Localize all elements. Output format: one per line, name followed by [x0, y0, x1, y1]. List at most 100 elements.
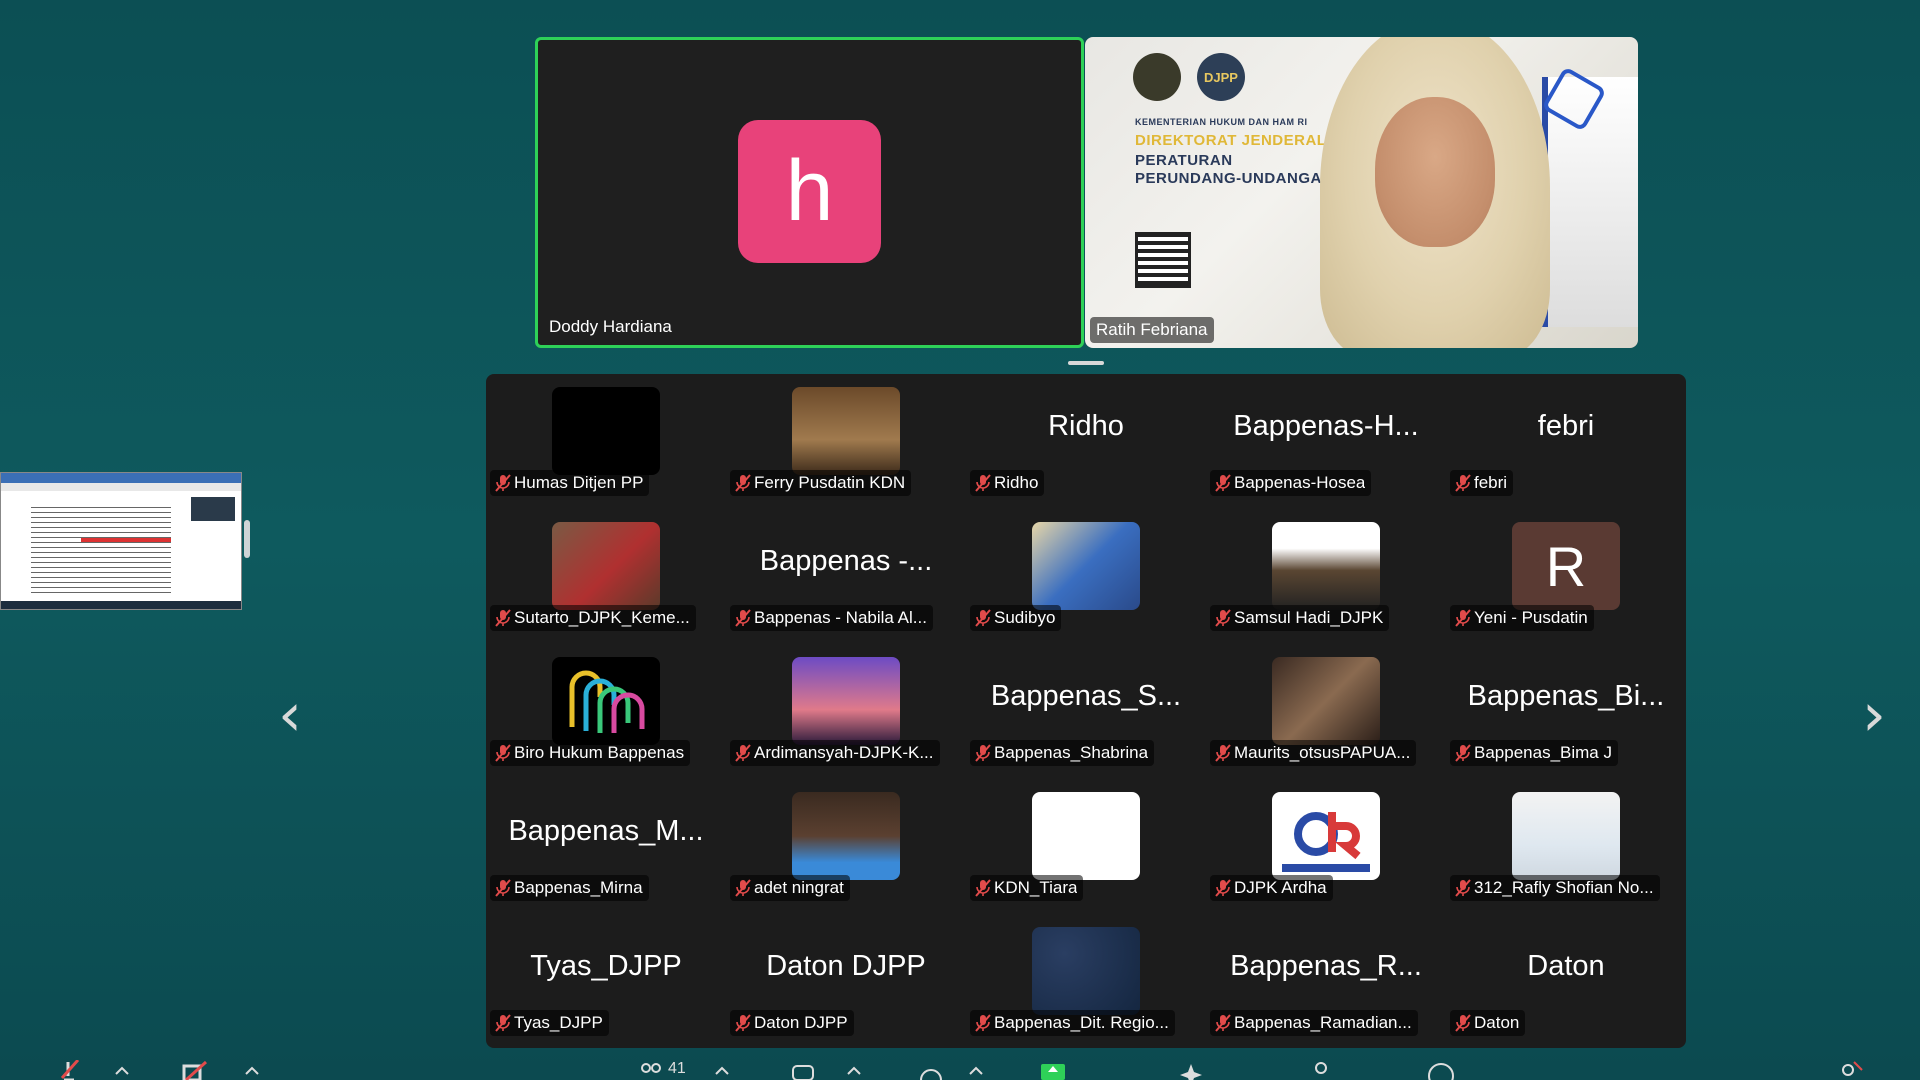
speaker-face	[1375, 97, 1495, 247]
participant-name: Bappenas_Shabrina	[994, 743, 1149, 762]
participant-label: Ardimansyah-DJPK-K...	[730, 740, 940, 766]
previous-page-icon[interactable]: ‹	[278, 680, 302, 750]
spotlight-area: h Doddy Hardiana DJPP KEMENTERIAN HUKUM …	[535, 37, 1638, 348]
participant-display-name: Bappenas-H...	[1233, 410, 1419, 442]
participant-tile[interactable]: 312_Rafly Shofian No...	[1446, 779, 1686, 914]
participant-tile[interactable]: Samsul Hadi_DJPK	[1206, 509, 1446, 644]
participant-tile[interactable]: Bappenas_M... Bappenas_Mirna	[486, 779, 726, 914]
muted-mic-icon	[1215, 609, 1231, 627]
participant-display-name: Bappenas_R...	[1230, 950, 1422, 982]
participant-name: Bappenas_Mirna	[514, 878, 643, 897]
participant-tile[interactable]: Sutarto_DJPK_Keme...	[486, 509, 726, 644]
participant-tile[interactable]: Daton Daton	[1446, 914, 1686, 1049]
more-icon[interactable]	[1428, 1060, 1454, 1080]
participant-thumbnail	[1032, 522, 1140, 610]
reactions-icon[interactable]	[918, 1060, 944, 1080]
participant-name: Sudibyo	[994, 608, 1056, 627]
participant-name: Ratih Febriana	[1090, 317, 1214, 343]
participant-label: Tyas_DJPP	[490, 1010, 609, 1036]
participant-label: Bappenas-Hosea	[1210, 470, 1372, 496]
video-off-icon[interactable]	[182, 1060, 208, 1080]
participant-display-name: Daton	[1527, 950, 1605, 982]
avatar: h	[738, 120, 881, 263]
participant-tile[interactable]: Bappenas_R... Bappenas_Ramadian...	[1206, 914, 1446, 1049]
apps-sparkle-icon[interactable]	[1178, 1060, 1204, 1080]
resize-handle[interactable]	[1068, 361, 1104, 365]
participant-name: DJPK Ardha	[1234, 878, 1327, 897]
participant-tile[interactable]: Bappenas_Bi... Bappenas_Bima J	[1446, 644, 1686, 779]
banner-line: PERATURAN	[1135, 152, 1233, 169]
mute-options-chevron-icon[interactable]	[110, 1060, 136, 1080]
participant-tile[interactable]: Daton DJPP Daton DJPP	[726, 914, 966, 1049]
next-page-icon[interactable]: ›	[1862, 680, 1886, 750]
shared-screen-thumbnail[interactable]	[0, 472, 242, 610]
muted-mic-icon	[735, 474, 751, 492]
muted-mic-icon	[1455, 879, 1471, 897]
chat-icon[interactable]	[790, 1060, 816, 1080]
participant-tile[interactable]: Bappenas-H... Bappenas-Hosea	[1206, 374, 1446, 509]
participant-label: Biro Hukum Bappenas	[490, 740, 691, 766]
participant-name: Tyas_DJPP	[514, 1013, 603, 1032]
participant-label: Daton DJPP	[730, 1010, 854, 1036]
reactions-chevron-icon[interactable]	[964, 1060, 990, 1080]
participant-tile[interactable]: Sudibyo	[966, 509, 1206, 644]
participant-tile[interactable]: Bappenas_Dit. Regio...	[966, 914, 1206, 1049]
thumbnail-resize-handle[interactable]	[244, 520, 250, 558]
participant-tile[interactable]: Ferry Pusdatin KDN	[726, 374, 966, 509]
participants-chevron-icon[interactable]	[710, 1060, 736, 1080]
muted-mic-icon	[735, 879, 751, 897]
video-tile-speaker[interactable]: DJPP KEMENTERIAN HUKUM DAN HAM RI DIREKT…	[1085, 37, 1638, 348]
muted-mic-icon	[975, 1014, 991, 1032]
muted-mic-icon	[975, 879, 991, 897]
muted-mic-icon	[1215, 1014, 1231, 1032]
participant-tile[interactable]: febri febri	[1446, 374, 1686, 509]
participant-name: Samsul Hadi_DJPK	[1234, 608, 1384, 627]
participant-tile[interactable]: Tyas_DJPP Tyas_DJPP	[486, 914, 726, 1049]
participant-name: Ferry Pusdatin KDN	[754, 473, 906, 492]
participant-tile[interactable]: Ardimansyah-DJPK-K...	[726, 644, 966, 779]
participant-thumbnail	[1272, 522, 1380, 610]
mute-icon[interactable]	[58, 1060, 84, 1080]
participant-display-name: Bappenas_M...	[508, 815, 704, 847]
participant-tile[interactable]: DJPK Ardha	[1206, 779, 1446, 914]
participant-display-name: febri	[1537, 410, 1595, 442]
participant-tile[interactable]: R Yeni - Pusdatin	[1446, 509, 1686, 644]
video-tile-active-speaker[interactable]: h Doddy Hardiana	[535, 37, 1084, 348]
participant-name: Bappenas - Nabila Al...	[754, 608, 927, 627]
meeting-toolbar: 41	[0, 1060, 1920, 1080]
participant-name: Bappenas-Hosea	[1234, 473, 1366, 492]
participant-tile[interactable]: Bappenas -... Bappenas - Nabila Al...	[726, 509, 966, 644]
participant-label: Daton	[1450, 1010, 1526, 1036]
participant-thumbnail	[792, 387, 900, 475]
participant-tile[interactable]: Bappenas_S... Bappenas_Shabrina	[966, 644, 1206, 779]
participant-label: Ridho	[970, 470, 1045, 496]
participant-label: adet ningrat	[730, 875, 850, 901]
participant-display-name: Tyas_DJPP	[530, 950, 682, 982]
participant-label: Bappenas_Shabrina	[970, 740, 1155, 766]
chat-chevron-icon[interactable]	[842, 1060, 868, 1080]
participant-thumbnail: R	[1512, 522, 1620, 610]
muted-mic-icon	[1215, 879, 1231, 897]
participant-label: Ferry Pusdatin KDN	[730, 470, 912, 496]
djpp-logo-icon: DJPP	[1197, 53, 1245, 101]
participant-tile[interactable]: adet ningrat	[726, 779, 966, 914]
participant-tile[interactable]: Ridho Ridho	[966, 374, 1206, 509]
participant-label: Bappenas_Ramadian...	[1210, 1010, 1418, 1036]
participant-label: Humas Ditjen PP	[490, 470, 650, 496]
participant-name: Daton DJPP	[754, 1013, 848, 1032]
participant-tile[interactable]: Humas Ditjen PP	[486, 374, 726, 509]
participant-tile[interactable]: KDN_Tiara	[966, 779, 1206, 914]
participant-label: febri	[1450, 470, 1514, 496]
participant-name: Daton	[1474, 1013, 1520, 1032]
participant-tile[interactable]: Maurits_otsusPAPUA...	[1206, 644, 1446, 779]
participant-display-name: Ridho	[1048, 410, 1124, 442]
muted-mic-icon	[495, 744, 511, 762]
profile-icon[interactable]	[1308, 1060, 1334, 1080]
participant-label: Samsul Hadi_DJPK	[1210, 605, 1390, 631]
leave-icon[interactable]	[1838, 1060, 1864, 1080]
participant-tile[interactable]: Biro Hukum Bappenas	[486, 644, 726, 779]
video-options-chevron-icon[interactable]	[240, 1060, 266, 1080]
share-screen-icon[interactable]	[1040, 1060, 1066, 1080]
participant-thumbnail	[552, 657, 660, 745]
participants-icon[interactable]	[638, 1060, 664, 1080]
